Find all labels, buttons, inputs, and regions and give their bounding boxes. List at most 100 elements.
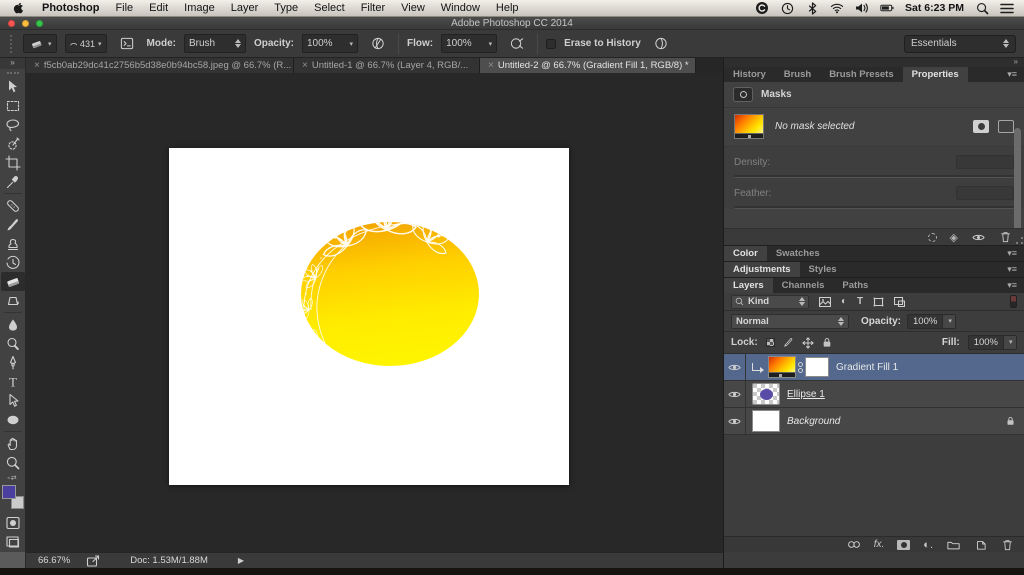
status-options-arrow[interactable]: ▶: [238, 556, 244, 565]
tab-swatches[interactable]: Swatches: [767, 246, 829, 261]
shape-layer-thumbnail[interactable]: [752, 383, 780, 405]
filter-adjustment-layers-icon[interactable]: ◐: [841, 296, 847, 307]
feather-value-box[interactable]: [956, 186, 1014, 200]
new-group-folder-icon[interactable]: [946, 538, 960, 552]
density-value-box[interactable]: [956, 155, 1014, 169]
wifi-icon[interactable]: [830, 1, 844, 15]
swap-colors-icon[interactable]: ▫⇄: [7, 474, 17, 482]
optionsbar-grip[interactable]: [10, 34, 13, 53]
disable-mask-eye-icon[interactable]: [971, 230, 985, 244]
gradient-layer-thumbnail[interactable]: [768, 356, 796, 378]
document-tab-3-active[interactable]: × Untitled-2 @ 66.7% (Gradient Fill 1, R…: [480, 58, 696, 73]
foreground-color-swatch[interactable]: [1, 485, 16, 499]
load-selection-from-mask-icon[interactable]: [927, 232, 937, 242]
layer-filter-toggle[interactable]: [1010, 295, 1017, 308]
close-tab-icon[interactable]: ×: [488, 60, 494, 71]
document-tab-1[interactable]: × f5cb0ab29dc41c2756b5d38e0b94bc58.jpeg …: [26, 58, 294, 73]
layer-name[interactable]: Gradient Fill 1: [836, 362, 898, 373]
lock-transparency-icon[interactable]: [765, 338, 775, 347]
mode-dropdown[interactable]: Brush: [183, 34, 246, 53]
pasteboard[interactable]: [26, 73, 723, 552]
blur-tool[interactable]: [1, 315, 25, 334]
layer-row-background[interactable]: Background: [724, 408, 1024, 435]
lock-paint-icon[interactable]: [783, 337, 794, 348]
lock-position-icon[interactable]: [802, 336, 814, 349]
minimize-window-button[interactable]: [22, 20, 29, 27]
pen-tool[interactable]: [1, 353, 25, 372]
add-mask-icon[interactable]: [897, 539, 911, 550]
menu-photoshop[interactable]: Photoshop: [42, 2, 99, 14]
tab-channels[interactable]: Channels: [773, 278, 834, 293]
visibility-toggle[interactable]: [724, 381, 746, 407]
layer-style-fx-icon[interactable]: fx.: [874, 539, 885, 550]
close-tab-icon[interactable]: ×: [302, 60, 308, 71]
hand-tool[interactable]: [1, 434, 25, 453]
filter-smart-objects-icon[interactable]: [894, 296, 906, 307]
document-canvas[interactable]: [169, 148, 569, 485]
brush-tool[interactable]: [1, 215, 25, 234]
layer-row-gradient-fill[interactable]: Gradient Fill 1: [724, 354, 1024, 381]
add-layer-mask-button[interactable]: [973, 120, 989, 133]
apply-mask-icon[interactable]: ◈: [950, 231, 958, 244]
creative-cloud-icon[interactable]: [755, 1, 769, 15]
layer-filter-kind-dropdown[interactable]: Kind: [731, 294, 809, 309]
panel-menu-icon[interactable]: ▾≡: [1007, 246, 1024, 261]
path-selection-tool[interactable]: [1, 391, 25, 410]
move-tool[interactable]: [1, 77, 25, 96]
spot-healing-brush-tool[interactable]: [1, 196, 25, 215]
tablet-pressure-size-button[interactable]: [649, 34, 673, 53]
menu-filter[interactable]: Filter: [361, 2, 385, 14]
screen-mode-button[interactable]: [1, 532, 25, 551]
layer-row-ellipse[interactable]: Ellipse 1: [724, 381, 1024, 408]
layer-mask-thumbnail[interactable]: [805, 357, 829, 377]
menu-window[interactable]: Window: [441, 2, 480, 14]
layer-name[interactable]: Background: [787, 416, 840, 427]
document-size-info[interactable]: Doc: 1.53M/1.88M: [130, 555, 208, 566]
menu-layer[interactable]: Layer: [231, 2, 259, 14]
tools-collapse-button[interactable]: »: [0, 58, 25, 69]
apple-icon[interactable]: [12, 1, 26, 15]
battery-icon[interactable]: [880, 1, 894, 15]
layer-opacity-dropdown[interactable]: 100% ▾: [907, 313, 957, 329]
feather-slider[interactable]: [734, 206, 1014, 209]
history-brush-tool[interactable]: [1, 253, 25, 272]
workspace-switcher[interactable]: Essentials: [904, 34, 1016, 53]
panel-menu-icon[interactable]: ▾≡: [1007, 67, 1024, 82]
visibility-toggle[interactable]: [724, 354, 746, 380]
background-layer-thumbnail[interactable]: [752, 410, 780, 432]
bluetooth-icon[interactable]: [805, 1, 819, 15]
dodge-tool[interactable]: [1, 334, 25, 353]
filter-type-layers-icon[interactable]: T: [857, 296, 863, 307]
airbrush-button[interactable]: [505, 34, 529, 53]
add-vector-mask-button[interactable]: [998, 120, 1017, 137]
volume-icon[interactable]: [855, 1, 869, 15]
eyedropper-tool[interactable]: [1, 172, 25, 191]
menu-view[interactable]: View: [401, 2, 425, 14]
menu-file[interactable]: File: [115, 2, 133, 14]
visibility-toggle[interactable]: [724, 408, 746, 434]
zoom-level[interactable]: 66.67%: [38, 555, 70, 566]
tab-color[interactable]: Color: [724, 246, 767, 261]
panel-menu-icon[interactable]: ▾≡: [1007, 262, 1024, 277]
eraser-tool-preset[interactable]: ▾: [23, 34, 57, 53]
tab-properties[interactable]: Properties: [902, 67, 968, 82]
filter-shape-layers-icon[interactable]: [873, 297, 884, 307]
notification-center-icon[interactable]: [1000, 1, 1014, 15]
new-adjustment-layer-icon[interactable]: ◐.: [923, 539, 933, 550]
panel-menu-icon[interactable]: ▾≡: [1007, 278, 1024, 293]
opacity-dropdown[interactable]: 100% ▾: [301, 34, 358, 53]
tab-brush-presets[interactable]: Brush Presets: [820, 67, 902, 82]
erase-to-history-checkbox[interactable]: [546, 38, 557, 49]
lock-all-icon[interactable]: [822, 337, 832, 348]
toggle-brush-panel-button[interactable]: [115, 34, 139, 53]
tab-history[interactable]: History: [724, 67, 775, 82]
marquee-tool[interactable]: [1, 96, 25, 115]
gradient-tool[interactable]: [1, 291, 25, 310]
new-layer-icon[interactable]: [973, 538, 987, 552]
zoom-tool[interactable]: [1, 453, 25, 472]
window-titlebar[interactable]: Adobe Photoshop CC 2014: [0, 17, 1024, 30]
layer-fill-dropdown[interactable]: 100% ▾: [967, 335, 1017, 350]
resize-grip[interactable]: [1016, 237, 1023, 244]
ellipse-tool[interactable]: [1, 410, 25, 429]
gradient-fill-thumbnail[interactable]: [734, 114, 764, 139]
